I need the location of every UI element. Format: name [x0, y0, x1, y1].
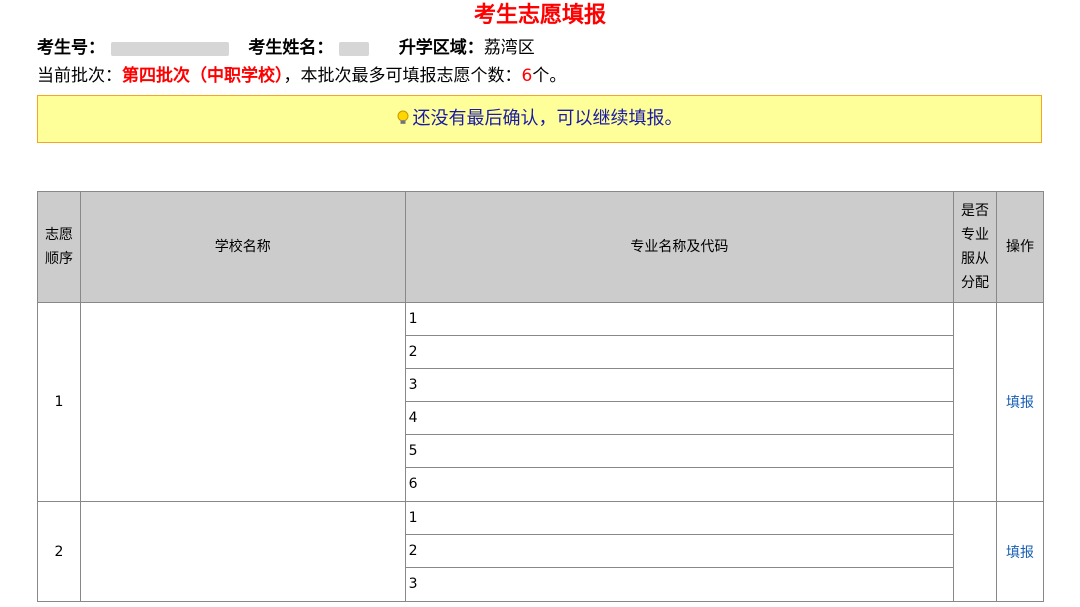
major-slot: 3: [405, 369, 954, 402]
batch-unit: 个。: [532, 66, 567, 86]
major-slot: 4: [405, 402, 954, 435]
region-label: 升学区域：: [398, 38, 484, 58]
student-info: 考生号： 考生姓名： 升学区域：荔湾区: [37, 36, 535, 60]
row-majors: 1 2 3: [404, 501, 955, 602]
batch-label: 当前批次：: [37, 66, 122, 86]
lightbulb-icon: [397, 99, 409, 124]
student-id-masked: [111, 41, 229, 56]
row-assign: [953, 501, 998, 602]
major-slot: 6: [408, 476, 418, 492]
row-operation: 填报: [996, 501, 1044, 602]
major-slot: 1: [405, 303, 954, 336]
header-assign: 是否专业服从分配: [953, 191, 998, 303]
major-slot: 1: [405, 502, 954, 535]
region-value: 荔湾区: [483, 38, 535, 58]
row-operation: 填报: [996, 302, 1044, 502]
batch-mid-text: ，本批次最多可填报志愿个数：: [283, 66, 522, 86]
row-order: 2: [37, 501, 81, 602]
batch-max-count: 6: [521, 66, 533, 86]
header-major: 专业名称及代码: [404, 191, 955, 303]
header-operation: 操作: [996, 191, 1044, 303]
row-majors: 1 2 3 4 5 6: [404, 302, 955, 502]
wish-table: 志愿顺序 学校名称 专业名称及代码 是否专业服从分配 操作 1 1 2 3 4 …: [37, 191, 1044, 602]
student-name-label: 考生姓名：: [248, 38, 334, 58]
major-slot: 2: [405, 535, 954, 568]
student-name-masked: [339, 41, 370, 56]
row-school: [79, 501, 406, 602]
table-header-row: 志愿顺序 学校名称 专业名称及代码 是否专业服从分配 操作: [37, 191, 1044, 303]
row-order: 1: [37, 302, 81, 502]
table-row: 2 1 2 3 填报: [37, 501, 1044, 602]
fill-in-link[interactable]: 填报: [1006, 395, 1034, 411]
student-id-label: 考生号：: [37, 38, 105, 58]
notice-text: 还没有最后确认，可以继续填报。: [412, 108, 683, 129]
row-school: [79, 302, 406, 502]
batch-info: 当前批次：第四批次（中职学校），本批次最多可填报志愿个数：6个。: [37, 64, 566, 88]
major-slot: 2: [405, 336, 954, 369]
header-school: 学校名称: [79, 191, 406, 303]
notice-banner: 还没有最后确认，可以继续填报。: [37, 95, 1042, 143]
major-slot: 3: [408, 576, 418, 592]
fill-in-link[interactable]: 填报: [1006, 545, 1034, 561]
table-row: 1 1 2 3 4 5 6 填报: [37, 302, 1044, 502]
page-title: 考生志愿填报: [473, 3, 606, 28]
batch-value: 第四批次（中职学校）: [122, 66, 284, 86]
row-assign: [953, 302, 998, 502]
major-slot: 5: [405, 435, 954, 468]
header-order: 志愿顺序: [37, 191, 81, 303]
